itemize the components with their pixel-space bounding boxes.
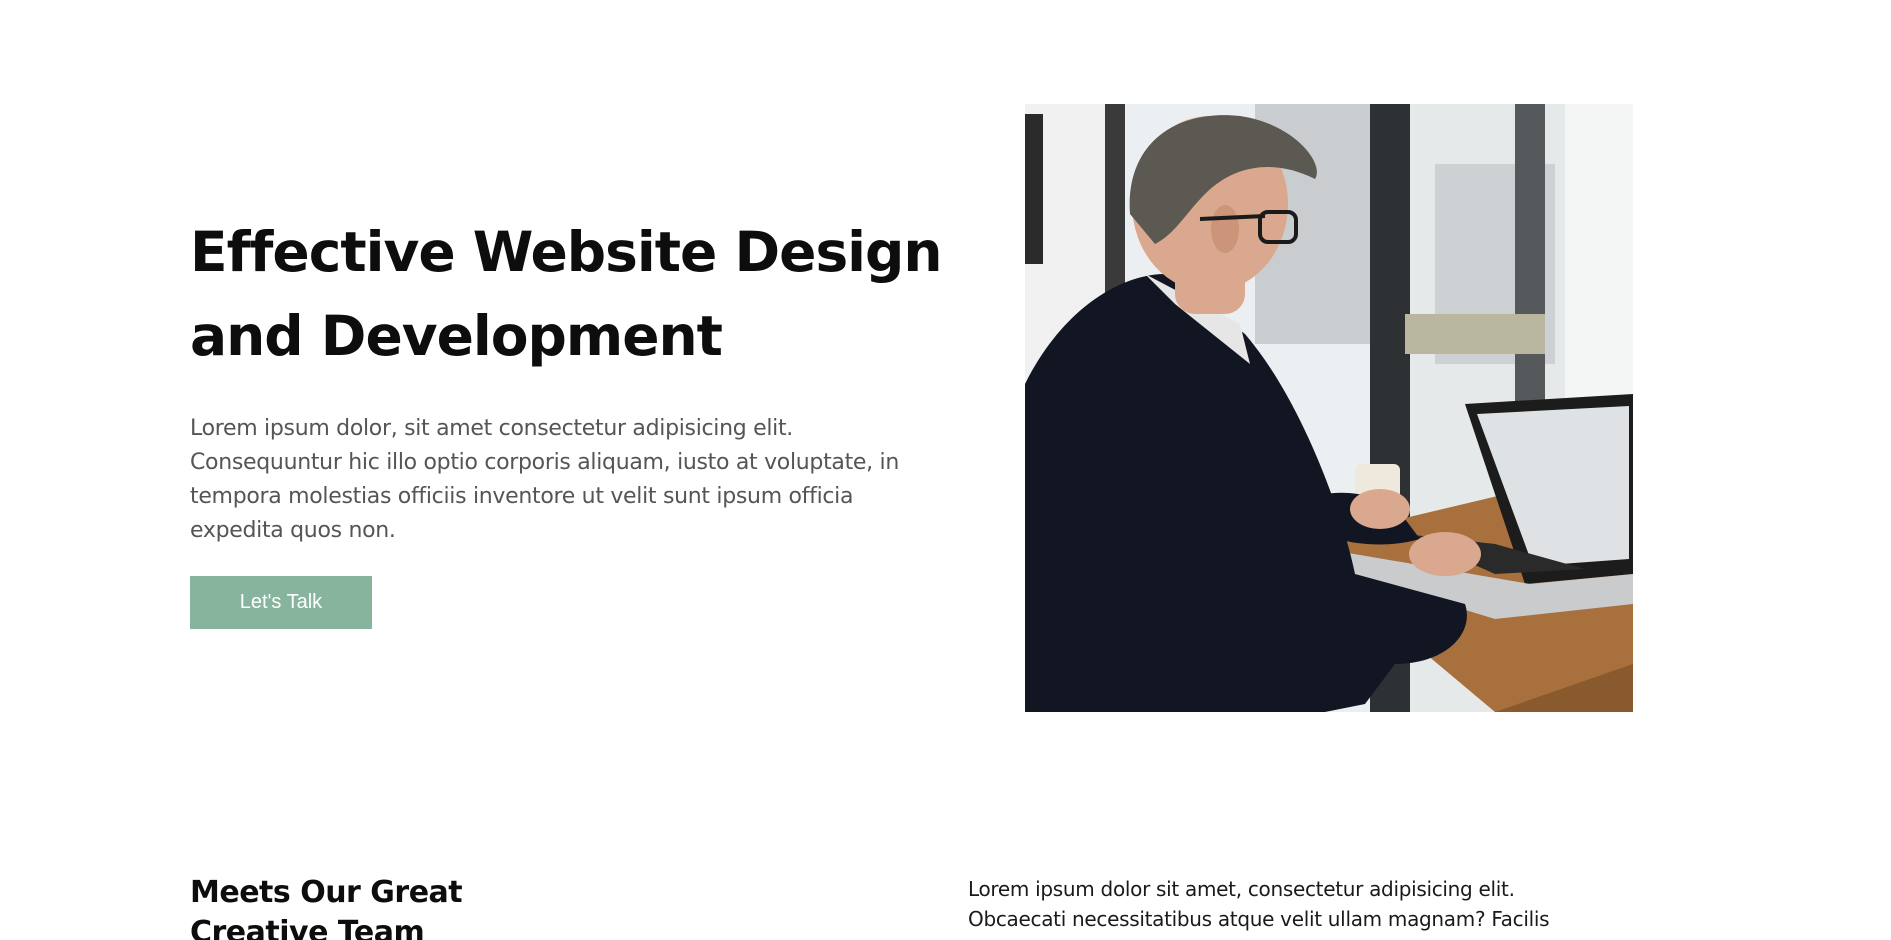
lets-talk-button[interactable]: Let's Talk — [190, 576, 372, 629]
page: Effective Website Design and Development… — [0, 0, 1891, 940]
hero-title-line-2: and Development — [190, 304, 723, 368]
hero-title-line-1: Effective Website Design — [190, 220, 943, 284]
hero-description: Lorem ipsum dolor, sit amet consectetur … — [190, 416, 899, 543]
hero-title: Effective Website Design and Development — [190, 210, 950, 378]
hero-photo — [1025, 104, 1633, 712]
team-section-description: Lorem ipsum dolor sit amet, consectetur … — [968, 877, 1550, 931]
team-section-title: Meets Our Great Creative Team — [190, 875, 463, 940]
hero-photo-illustration — [1025, 104, 1633, 712]
hero-section: Effective Website Design and Development… — [190, 210, 950, 629]
